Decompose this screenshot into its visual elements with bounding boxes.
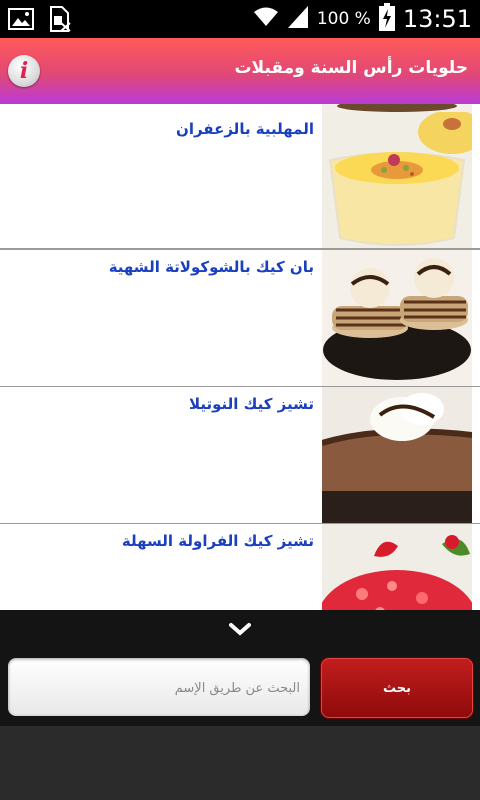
- gallery-icon: [8, 8, 34, 34]
- recipe-list[interactable]: المهلبية بالزعفران بان كيك بالشوكولاتة ا…: [0, 104, 480, 610]
- chevron-down-icon[interactable]: [228, 621, 252, 641]
- list-item[interactable]: بان كيك بالشوكولاتة الشهية: [0, 250, 480, 388]
- list-item-label: تشيز كيك الفراولة السهلة: [121, 532, 314, 550]
- list-item-label: تشيز كيك النوتيلا: [188, 395, 314, 413]
- info-glyph: i: [19, 58, 29, 84]
- page-title: حلويات رأس السنة ومقبلات: [234, 58, 468, 78]
- search-input[interactable]: [22, 658, 302, 718]
- nutella-cheesecake-photo: [322, 387, 472, 523]
- battery-charging-icon: [378, 3, 395, 35]
- list-item[interactable]: تشيز كيك النوتيلا: [0, 387, 480, 525]
- list-item[interactable]: المهلبية بالزعفران: [0, 112, 480, 250]
- info-icon[interactable]: i: [8, 55, 40, 87]
- search-bar: بحث: [0, 610, 480, 726]
- search-field[interactable]: [8, 658, 310, 718]
- list-item-label: المهلبية بالزعفران: [176, 120, 314, 138]
- strawberry-cheesecake-photo: [322, 524, 472, 610]
- app-header: i حلويات رأس السنة ومقبلات: [0, 38, 480, 104]
- battery-percent: 100 %: [316, 9, 371, 29]
- sim-blocked-icon: [48, 6, 72, 36]
- navigation-bar: [0, 726, 480, 800]
- list-item-label: بان كيك بالشوكولاتة الشهية: [108, 258, 314, 276]
- wifi-icon: [253, 6, 279, 32]
- search-button[interactable]: بحث: [321, 658, 473, 718]
- signal-icon: [287, 5, 309, 33]
- status-bar: 100 % 13:51: [0, 0, 480, 38]
- dessert-photo: [322, 104, 472, 112]
- saffron-mahalabia-photo: [322, 112, 472, 248]
- clock: 13:51: [402, 5, 472, 33]
- list-item[interactable]: تشيز كيك الفراولة السهلة: [0, 524, 480, 610]
- chocolate-pancakes-photo: [322, 250, 472, 386]
